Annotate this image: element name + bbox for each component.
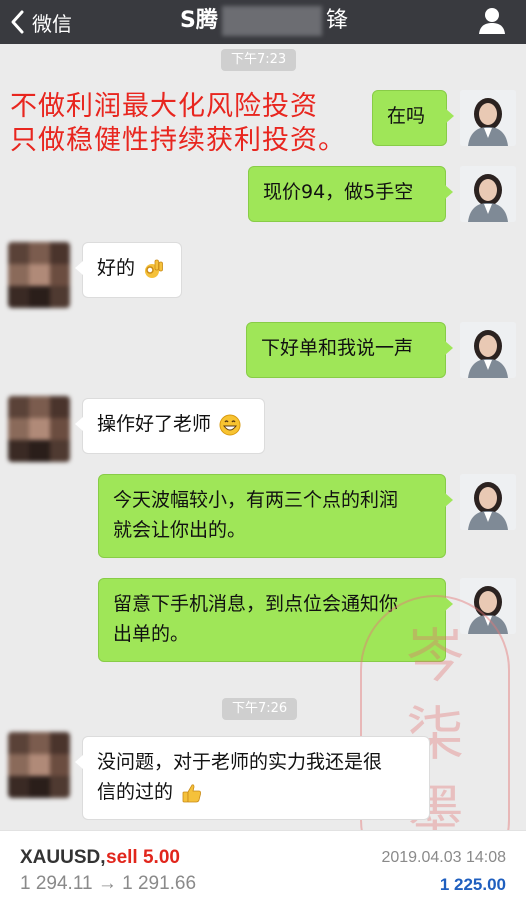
message-text: 信的过的 bbox=[97, 781, 174, 803]
message-bubble-received[interactable]: 好的 bbox=[75, 242, 182, 298]
message-line-with-emoji: 信的过的 bbox=[97, 777, 415, 807]
message-line: 今天波幅较小，有两三个点的利润 bbox=[113, 489, 399, 511]
avatar-image bbox=[460, 322, 516, 378]
avatar-image bbox=[8, 732, 70, 798]
avatar-teacher[interactable] bbox=[460, 322, 516, 378]
message-bubble-sent[interactable]: 今天波幅较小，有两三个点的利润 就会让你出的。 bbox=[98, 474, 453, 558]
message-text: 好的 bbox=[97, 257, 136, 279]
avatar-image bbox=[460, 474, 516, 530]
profile-icon[interactable] bbox=[478, 6, 506, 36]
avatar-image bbox=[460, 166, 516, 222]
message-line: 就会让你出的。 bbox=[113, 519, 247, 541]
avatar-teacher[interactable] bbox=[460, 90, 516, 146]
trade-date: 2019.04.03 14:08 bbox=[381, 849, 506, 866]
message-bubble-sent[interactable]: 现价94，做5手空 bbox=[248, 166, 453, 222]
trade-action: sell 5.00 bbox=[106, 847, 180, 868]
timestamp: 下午7:26 bbox=[222, 698, 298, 720]
avatar-client[interactable] bbox=[8, 732, 70, 798]
title-redaction bbox=[222, 6, 322, 36]
timestamp: 下午7:23 bbox=[221, 49, 297, 71]
chat-title: S腾 bbox=[180, 8, 218, 33]
message-bubble-sent[interactable]: 在吗 bbox=[372, 90, 454, 146]
message-text: 操作好了老师 bbox=[97, 413, 212, 435]
trade-symbol: XAUUSD, bbox=[20, 847, 106, 868]
message-line: 没问题，对于老师的实力我还是很 bbox=[97, 751, 383, 773]
message-bubble-received[interactable]: 没问题，对于老师的实力我还是很 信的过的 bbox=[75, 736, 430, 820]
avatar-image bbox=[8, 242, 70, 308]
ok-hand-icon bbox=[145, 259, 163, 278]
chevron-left-icon bbox=[11, 10, 24, 34]
trade-prices: 1 294.11 → 1 291.66 bbox=[20, 873, 197, 894]
avatar-teacher[interactable] bbox=[460, 166, 516, 222]
avatar-teacher[interactable] bbox=[460, 474, 516, 530]
trade-profit: 1 225.00 bbox=[439, 875, 506, 894]
avatar-image bbox=[460, 90, 516, 146]
back-button[interactable]: 微信 bbox=[8, 6, 72, 38]
nav-bar: 微信 S腾 锋 bbox=[0, 0, 526, 44]
message-bubble-received[interactable]: 操作好了老师 bbox=[75, 398, 265, 454]
avatar-client[interactable] bbox=[8, 242, 70, 308]
back-label: 微信 bbox=[32, 11, 72, 36]
thumbs-up-icon bbox=[182, 783, 202, 802]
overlay-note-line1: 不做利润最大化风险投资 bbox=[10, 91, 318, 122]
chat-title-tail: 锋 bbox=[326, 8, 349, 33]
grinning-face-icon bbox=[219, 414, 241, 435]
trade-record[interactable]: XAUUSD, sell 5.00 1 294.11 → 1 291.66 20… bbox=[0, 830, 526, 907]
avatar-image bbox=[8, 396, 70, 462]
overlay-note-line2: 只做稳健性持续获利投资。 bbox=[10, 125, 346, 156]
avatar-client[interactable] bbox=[8, 396, 70, 462]
message-bubble-sent[interactable]: 下好单和我说一声 bbox=[246, 322, 453, 378]
